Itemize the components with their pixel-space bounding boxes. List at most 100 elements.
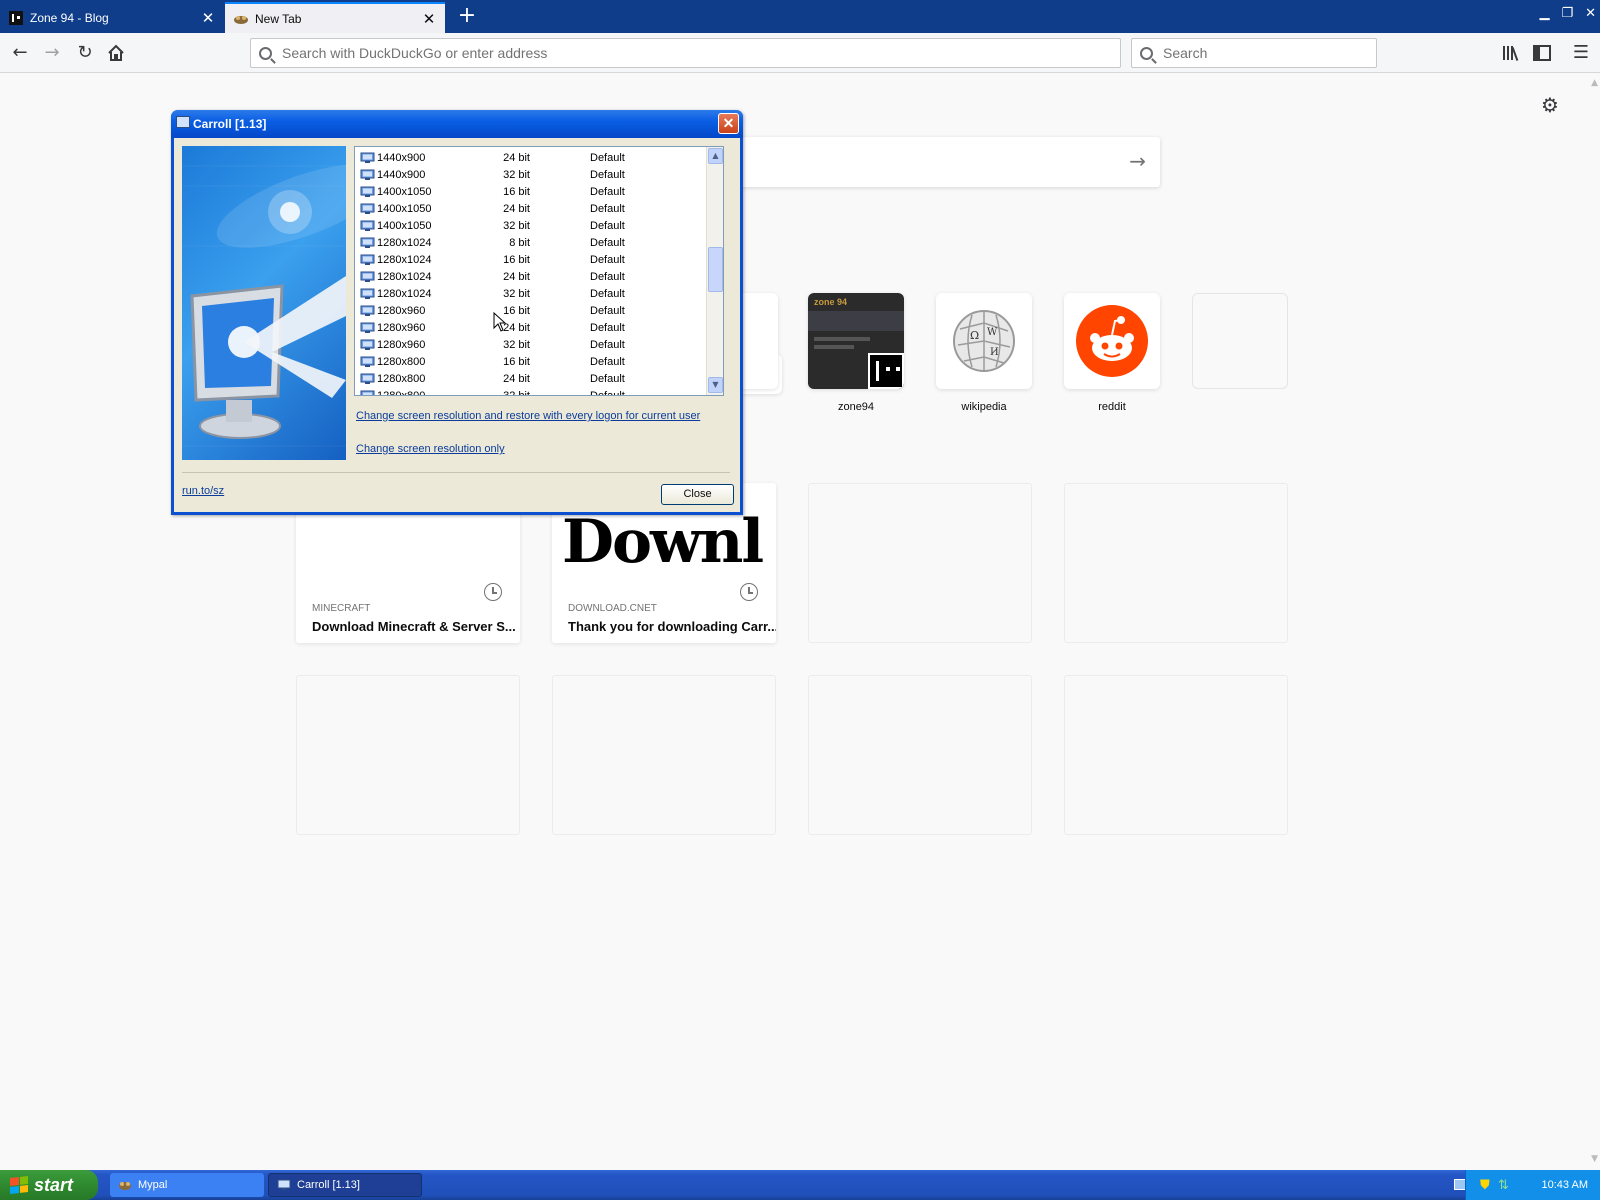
resolution-value: 1440x900	[377, 152, 426, 164]
dialog-titlebar[interactable]: Carroll [1.13] ✕	[171, 110, 743, 138]
wikipedia-globe-icon: Ω W И	[953, 310, 1015, 372]
svg-text:W: W	[987, 327, 998, 338]
resolution-value: 1280x1024	[377, 288, 432, 300]
clock-icon	[484, 583, 502, 601]
library-icon[interactable]	[1499, 41, 1523, 65]
home-icon[interactable]	[104, 41, 128, 65]
clock-icon	[740, 583, 758, 601]
address-bar[interactable]: Search with DuckDuckGo or enter address	[250, 38, 1121, 68]
reload-icon[interactable]: ↻	[73, 41, 97, 65]
resolution-row[interactable]: 1280x800 16 bit Default	[355, 354, 705, 371]
tab-new-tab[interactable]: New Tab ✕	[225, 2, 445, 33]
start-button[interactable]: start	[0, 1170, 98, 1200]
window-controls: ▁ ❐ ✕	[1539, 6, 1596, 21]
resolution-row[interactable]: 1280x1024 32 bit Default	[355, 286, 705, 303]
refresh-rate: Default	[590, 373, 625, 385]
monitor-icon	[360, 322, 375, 333]
highlight-image-text: Downl	[562, 507, 764, 577]
windows-flag-icon	[10, 1176, 28, 1194]
resolution-row[interactable]: 1280x800 32 bit Default	[355, 388, 705, 396]
monitor-icon	[360, 203, 375, 214]
resolution-value: 1440x900	[377, 169, 426, 181]
tab-bar: Zone 94 - Blog ✕ New Tab ✕ + ▁ ❐ ✕	[0, 0, 1600, 33]
resolution-row[interactable]: 1440x900 24 bit Default	[355, 150, 705, 167]
taskbar-button-label: Mypal	[138, 1179, 168, 1191]
monitor-icon	[360, 305, 375, 316]
search-box[interactable]: Search	[1131, 38, 1377, 68]
run-to-sz-link[interactable]: run.to/sz	[182, 485, 224, 497]
search-placeholder: Search	[1163, 45, 1208, 61]
restore-icon[interactable]: ❐	[1561, 6, 1573, 21]
resolution-row[interactable]: 1280x960 24 bit Default	[355, 320, 705, 337]
close-button[interactable]: Close	[661, 484, 734, 505]
scroll-down-icon[interactable]: ▼	[708, 377, 723, 393]
tab-title: New Tab	[255, 11, 302, 26]
new-tab-plus-icon[interactable]: +	[455, 4, 479, 28]
resolution-row[interactable]: 1280x960 32 bit Default	[355, 337, 705, 354]
monitor-icon	[360, 254, 375, 265]
tab-title: Zone 94 - Blog	[30, 10, 109, 25]
color-depth: 16 bit	[503, 254, 530, 266]
tab-zone94[interactable]: Zone 94 - Blog ✕	[0, 2, 224, 33]
taskbar-button-mypal[interactable]: Mypal	[110, 1173, 264, 1197]
top-site-label: wikipedia	[961, 401, 1007, 413]
minimize-icon[interactable]: ▁	[1539, 6, 1549, 21]
highlight-source: MINECRAFT	[312, 603, 371, 614]
refresh-rate: Default	[590, 186, 625, 198]
resolution-row[interactable]: 1400x1050 32 bit Default	[355, 218, 705, 235]
page-scroll-up-icon[interactable]: ▲	[1591, 78, 1598, 88]
color-depth: 32 bit	[503, 339, 530, 351]
monitor-icon	[360, 220, 375, 231]
top-site-zone94[interactable]: zone 94 zone94	[808, 293, 904, 413]
site-thumbnail: Ω W И	[936, 293, 1032, 389]
top-site-empty[interactable]	[1192, 293, 1288, 389]
scroll-thumb[interactable]	[708, 247, 723, 292]
back-arrow-icon[interactable]: ←	[8, 41, 32, 65]
close-tab-icon[interactable]: ✕	[421, 10, 437, 28]
resolution-row[interactable]: 1280x1024 24 bit Default	[355, 269, 705, 286]
security-shield-icon[interactable]: ⛊	[1480, 1177, 1490, 1193]
search-icon	[1140, 46, 1153, 60]
resolution-row[interactable]: 1440x900 32 bit Default	[355, 167, 705, 184]
monitor-icon	[360, 339, 375, 350]
resolution-value: 1280x1024	[377, 271, 432, 283]
dialog-close-x-button[interactable]: ✕	[718, 113, 739, 134]
page-scroll-down-icon[interactable]: ▼	[1591, 1154, 1598, 1164]
highlight-card-empty	[808, 483, 1032, 643]
color-depth: 24 bit	[503, 203, 530, 215]
hamburger-menu-icon[interactable]: ☰	[1569, 41, 1593, 65]
scroll-up-icon[interactable]: ▲	[708, 148, 723, 164]
taskbar-button-carroll[interactable]: Carroll [1.13]	[268, 1173, 422, 1197]
resolution-row[interactable]: 1280x1024 8 bit Default	[355, 235, 705, 252]
list-scrollbar[interactable]: ▲ ▼	[706, 147, 723, 395]
search-go-arrow-icon[interactable]: →	[1129, 149, 1146, 173]
refresh-rate: Default	[590, 288, 625, 300]
gear-icon[interactable]: ⚙	[1541, 93, 1559, 117]
close-window-icon[interactable]: ✕	[1585, 6, 1596, 21]
resolution-row[interactable]: 1400x1050 16 bit Default	[355, 184, 705, 201]
change-resolution-only-link[interactable]: Change screen resolution only	[356, 443, 505, 455]
highlight-card-empty	[1064, 483, 1288, 643]
resolution-row[interactable]: 1400x1050 24 bit Default	[355, 201, 705, 218]
resolution-row[interactable]: 1280x960 16 bit Default	[355, 303, 705, 320]
taskbar: start Mypal Carroll [1.13] ⛊ ⇅ 10:43 AM	[0, 1170, 1600, 1200]
monitor-icon	[360, 390, 375, 395]
resolution-list[interactable]: 1440x900 24 bit Default 1440x900 32 bit Defau…	[354, 146, 724, 396]
network-icon[interactable]: ⇅	[1498, 1177, 1509, 1193]
monitor-icon	[360, 288, 375, 299]
address-placeholder: Search with DuckDuckGo or enter address	[282, 45, 548, 61]
resolution-row[interactable]: 1280x1024 16 bit Default	[355, 252, 705, 269]
top-site-wikipedia[interactable]: Ω W И wikipedia	[936, 293, 1032, 413]
change-resolution-restore-link[interactable]: Change screen resolution and restore wit…	[356, 410, 700, 422]
resolution-row[interactable]: 1280x800 24 bit Default	[355, 371, 705, 388]
forward-arrow-icon[interactable]: →	[40, 41, 64, 65]
color-depth: 32 bit	[503, 390, 530, 396]
close-tab-icon[interactable]: ✕	[200, 9, 216, 27]
monitor-icon	[360, 152, 375, 163]
resolution-value: 1280x800	[377, 356, 426, 368]
sidebar-toggle-icon[interactable]	[1530, 41, 1554, 65]
top-site-reddit[interactable]: reddit	[1064, 293, 1160, 413]
monitor-icon	[277, 1179, 291, 1190]
monitor-icon	[360, 237, 375, 248]
thumbnail-caption: zone 94	[814, 297, 848, 307]
